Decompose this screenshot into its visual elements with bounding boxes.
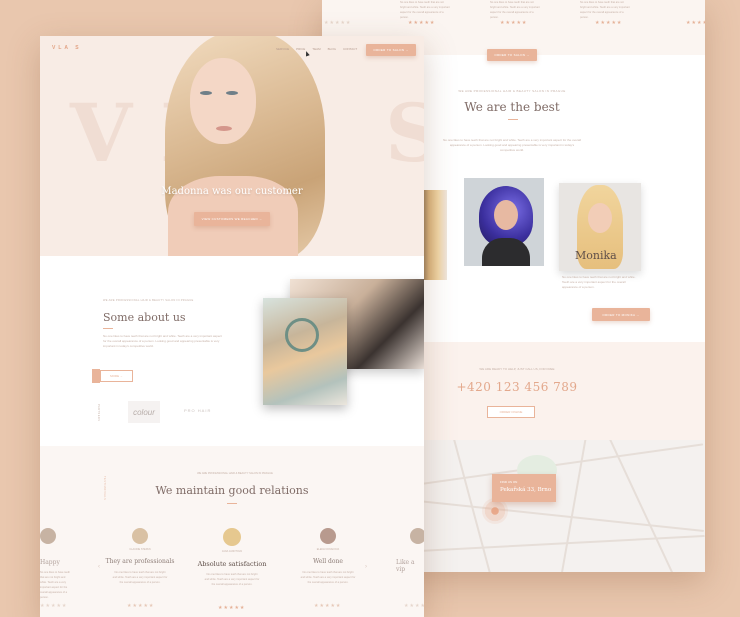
call-kicker: WE ARE READY TO HELP, JUST CALL US, FOR …	[479, 367, 555, 371]
testimonial-avatar	[223, 528, 241, 546]
hero-bg-letter-s: S	[385, 86, 424, 180]
back-stars-1: ★★★★★	[324, 20, 352, 26]
about-button-accent	[92, 369, 100, 383]
nav-service[interactable]: SERVICE	[276, 47, 289, 51]
nav-price[interactable]: PRICE	[296, 47, 305, 51]
member-order-button[interactable]: ORDER TO MONIKA →	[592, 308, 650, 321]
testimonial-stars: ★★★★★	[314, 603, 342, 609]
relations-title: We maintain good relations	[155, 484, 309, 497]
back-order-button[interactable]: ORDER TO SALON →	[487, 49, 537, 61]
testimonial-avatar	[132, 528, 148, 544]
cursor-icon	[304, 50, 310, 57]
partner-logo-prohair: PRO HAIR	[184, 408, 212, 413]
best-title: We are the best	[464, 100, 560, 114]
nav-contact[interactable]: CONTACT	[343, 47, 357, 51]
testimonial-avatar	[320, 528, 336, 544]
testimonial-avatar	[40, 528, 56, 544]
testimonial-stars: ★★★★★	[127, 603, 155, 609]
back-stars-2: ★★★★★	[408, 20, 436, 26]
testimonial-title: They are professionals	[105, 558, 175, 565]
map-road-7	[604, 440, 682, 572]
best-divider	[508, 119, 518, 120]
phone-number[interactable]: +420 123 456 789	[432, 380, 602, 394]
logo[interactable]: VLA S	[52, 45, 82, 51]
hero-model-lips	[216, 126, 232, 131]
team-photo-face	[494, 200, 518, 230]
map-address: Pekařská 33, Brno	[500, 487, 552, 493]
best-text: No one likes to have teeth that are not …	[443, 138, 581, 152]
back-stars-5: ★★★★★	[686, 20, 705, 26]
about-divider	[103, 328, 113, 329]
team-photo-middle[interactable]	[464, 178, 544, 266]
testimonial-text: No one likes to have teeth that are not …	[204, 573, 260, 586]
map-kicker: FIND US ON	[500, 480, 518, 484]
hero-button[interactable]: VIEW CUSTOMERS WE REACHED →	[194, 212, 270, 226]
team-photo-shirt	[482, 238, 530, 266]
about-title: Some about us	[103, 311, 186, 324]
hero-model-eye-right	[226, 91, 238, 95]
testimonial-stars: ★★★★★	[404, 603, 424, 609]
testimonial-text: No one likes to have teeth that are not …	[112, 571, 168, 584]
salon-photo-mirror	[285, 318, 319, 352]
salon-photo-front	[263, 298, 347, 405]
testimonial-stars: ★★★★★	[40, 603, 68, 609]
about-kicker: WE ARE PROFESSIONAL HAIR & BEAUTY SALON …	[103, 299, 194, 302]
call-order-button[interactable]: ORDER ONLINE	[487, 406, 535, 418]
partner-logo-colour: colour	[128, 401, 160, 423]
member-name: Monika	[575, 249, 617, 262]
testimonial-stars: ★★★★★	[218, 605, 246, 611]
hero-title: Madonna was our customer	[161, 186, 303, 197]
testimonial-name: ELENA NOVAKOVA	[316, 548, 340, 551]
hero-model-eye-left	[200, 91, 212, 95]
testimonial-avatar	[410, 528, 424, 544]
back-top-text-3: No one likes to have teeth that are not …	[580, 1, 630, 19]
testimonial-title: Happy	[40, 559, 60, 566]
testimonial-text: No one likes to have teeth that are not …	[300, 571, 356, 584]
nav: SERVICE PRICE TEAM BLOG CONTACT	[276, 47, 357, 51]
back-top-text-1: No one likes to have teeth that are not …	[400, 1, 450, 19]
hero: V L A S VLA S SERVICE PRICE TEAM BLOG CO…	[40, 36, 424, 256]
member-text: No one likes to have teeth that are not …	[562, 275, 636, 289]
carousel-prev-icon[interactable]: ‹	[98, 564, 100, 570]
about-more-button[interactable]: MORE →	[100, 370, 133, 382]
relations-kicker: WE ARE PROFESSIONAL HAIR & BEAUTY SALON …	[197, 472, 273, 475]
about-text: No one likes to have teeth that are not …	[103, 334, 222, 348]
relations-side-label: TESTIMONIALS	[103, 476, 106, 501]
partners-label: PARTNERS	[97, 404, 100, 422]
nav-blog[interactable]: BLOG	[328, 47, 336, 51]
monika-face	[588, 203, 612, 233]
back-top-text-2: No one likes to have teeth that are not …	[490, 1, 540, 19]
map-address-card[interactable]: FIND US ON Pekařská 33, Brno	[492, 474, 556, 502]
testimonial-title: Absolute satisfaction	[197, 560, 267, 568]
nav-team[interactable]: TEAM	[312, 47, 320, 51]
hero-model-face	[190, 58, 256, 144]
carousel-next-icon[interactable]: ›	[365, 564, 367, 570]
testimonial-name: CLAUDIE STEPAN	[129, 548, 151, 551]
nav-order-button[interactable]: ORDER TO SALON →	[366, 44, 416, 56]
back-stars-4: ★★★★★	[595, 20, 623, 26]
hero-bg-letter-v: V	[70, 86, 133, 180]
testimonial-title: Like a vip	[396, 559, 415, 573]
relations-divider	[227, 503, 237, 504]
testimonial-title: Well done	[313, 558, 343, 565]
testimonial-name: JANA JANOTOVA	[221, 550, 243, 553]
testimonial-text: No one likes to have teeth that are not …	[40, 571, 70, 599]
best-kicker: WE ARE PROFESSIONAL HAIR & BEAUTY SALON …	[458, 89, 566, 93]
back-stars-3: ★★★★★	[500, 20, 528, 26]
front-page: V L A S VLA S SERVICE PRICE TEAM BLOG CO…	[40, 36, 424, 617]
